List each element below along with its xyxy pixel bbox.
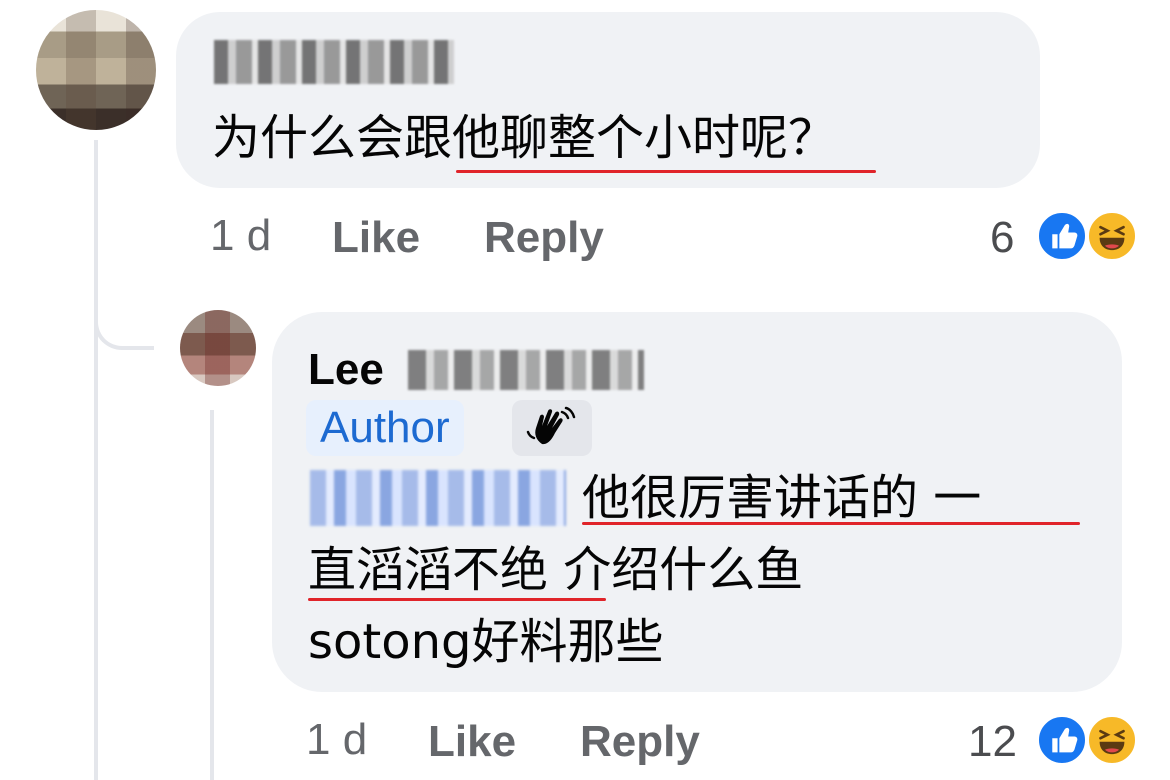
blurred-mention-link[interactable]: [310, 470, 566, 526]
red-underline-annotation: [582, 522, 1080, 525]
reply-thread-line: [210, 410, 214, 780]
reaction-count[interactable]: 12: [968, 716, 1017, 768]
reply-text-line: 直滔滔不绝 介绍什么鱼: [308, 542, 804, 598]
red-underline-annotation: [456, 170, 876, 173]
comment-text: 为什么会跟他聊整个小时呢？: [212, 110, 837, 166]
avatar[interactable]: [36, 10, 156, 130]
wave-icon: [526, 406, 576, 445]
blurred-author-surname[interactable]: [408, 350, 644, 390]
avatar[interactable]: [180, 310, 256, 386]
reply-button[interactable]: Reply: [484, 212, 604, 264]
comment-timestamp[interactable]: 1 d: [210, 210, 271, 262]
blurred-commenter-name[interactable]: [214, 40, 454, 84]
reply-text-line: sotong好料那些: [308, 614, 664, 670]
waving-hand-badge: [512, 400, 592, 456]
thread-line: [94, 140, 98, 780]
author-name[interactable]: Lee: [308, 344, 384, 396]
red-underline-annotation: [308, 598, 606, 601]
like-button[interactable]: Like: [428, 716, 516, 768]
reaction-count[interactable]: 6: [990, 212, 1014, 264]
like-button[interactable]: Like: [332, 212, 420, 264]
haha-icon: [1086, 210, 1138, 262]
reply-button[interactable]: Reply: [580, 716, 700, 768]
like-icon: [1036, 714, 1088, 766]
reply-text-line: 他很厉害讲话的 一: [582, 470, 982, 526]
reply-timestamp[interactable]: 1 d: [306, 714, 367, 766]
like-icon: [1036, 210, 1088, 262]
haha-icon: [1086, 714, 1138, 766]
reply-connector: [94, 270, 154, 350]
author-badge: Author: [306, 400, 464, 456]
